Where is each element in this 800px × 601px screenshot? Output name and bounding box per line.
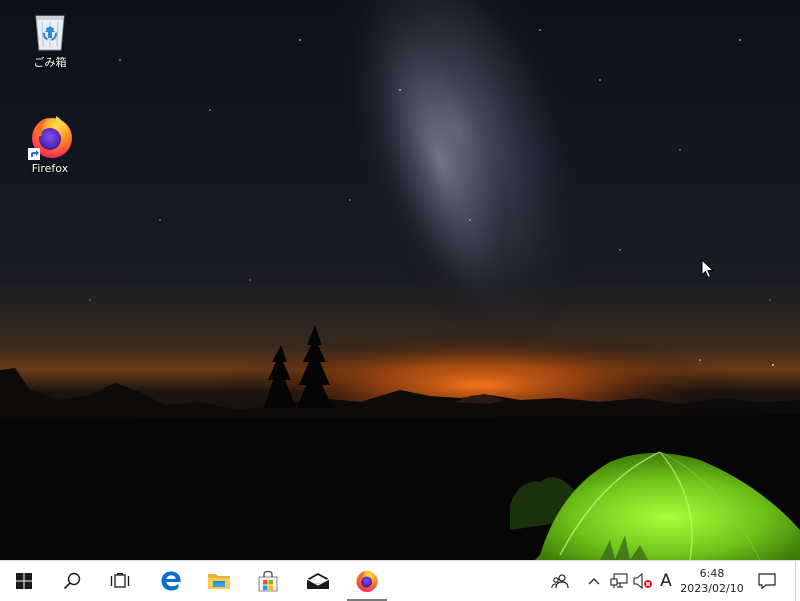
start-button[interactable] xyxy=(0,561,48,601)
notification-icon xyxy=(758,573,776,589)
shortcut-arrow-icon xyxy=(28,148,40,160)
volume-muted-icon xyxy=(633,573,652,589)
clock-time: 6:48 xyxy=(699,567,725,580)
wallpaper-image xyxy=(0,0,800,560)
show-desktop-button[interactable] xyxy=(795,561,800,601)
taskbar: A 6:48 2023/02/10 xyxy=(0,560,800,601)
search-button[interactable] xyxy=(48,561,96,601)
desktop: ごみ箱 Firefox xyxy=(0,0,800,560)
edge-icon xyxy=(161,571,181,591)
clock[interactable]: 6:48 2023/02/10 xyxy=(680,561,744,601)
firefox-taskbar-button[interactable] xyxy=(343,561,391,601)
store-taskbar-button[interactable] xyxy=(244,561,292,601)
recycle-bin-label: ごみ箱 xyxy=(33,56,67,69)
firefox-icon xyxy=(356,571,378,592)
chevron-up-icon xyxy=(588,578,600,585)
action-center-button[interactable] xyxy=(752,561,782,601)
file-explorer-icon xyxy=(208,574,230,589)
volume-button[interactable] xyxy=(632,561,654,601)
people-button[interactable] xyxy=(546,561,574,601)
ime-mode-button[interactable]: A xyxy=(656,561,676,601)
network-button[interactable] xyxy=(609,561,629,601)
mouse-cursor-icon xyxy=(701,259,715,279)
network-icon xyxy=(610,573,628,588)
clock-date: 2023/02/10 xyxy=(680,582,744,595)
desktop-icon-recycle-bin[interactable]: ごみ箱 xyxy=(12,6,88,70)
mail-icon xyxy=(306,573,330,589)
file-explorer-taskbar-button[interactable] xyxy=(195,561,243,601)
windows-start-icon xyxy=(16,573,32,589)
mail-taskbar-button[interactable] xyxy=(294,561,342,601)
search-icon xyxy=(63,572,81,590)
firefox-label: Firefox xyxy=(31,162,69,175)
people-icon xyxy=(551,574,569,589)
store-icon xyxy=(258,570,278,592)
desktop-icon-firefox[interactable]: Firefox xyxy=(12,112,88,176)
task-view-button[interactable] xyxy=(96,561,144,601)
edge-taskbar-button[interactable] xyxy=(147,561,195,601)
show-hidden-icons-button[interactable] xyxy=(586,561,602,601)
firefox-icon xyxy=(26,112,74,160)
recycle-bin-icon xyxy=(26,6,74,54)
task-view-icon xyxy=(110,573,130,588)
